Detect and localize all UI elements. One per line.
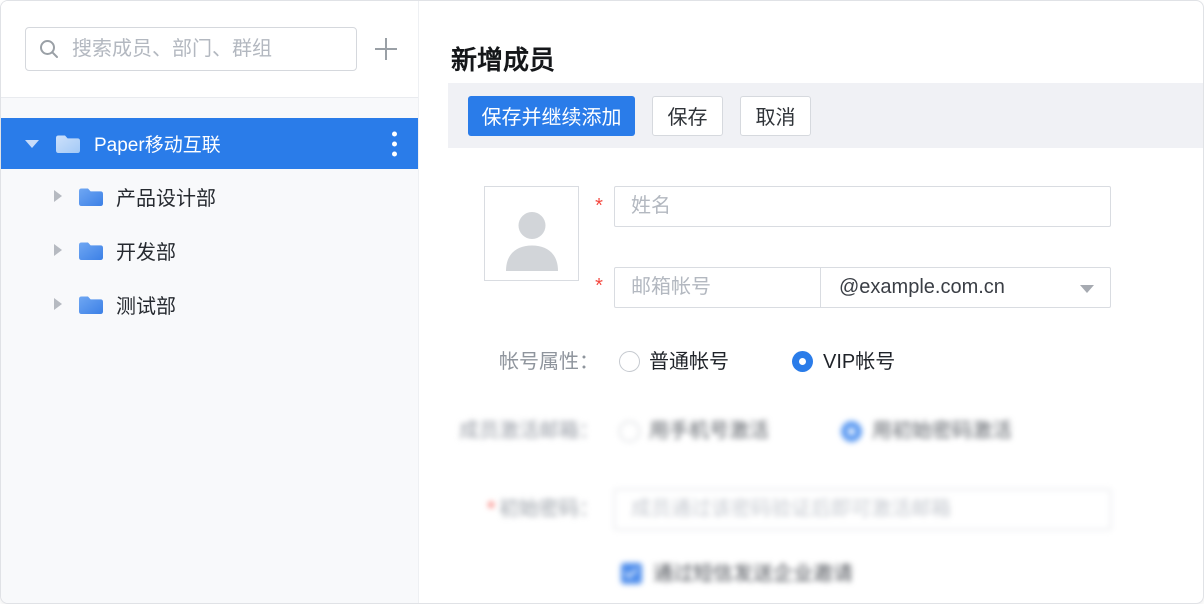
sms-invite-label[interactable]: 通过短信发送企业邀请	[653, 560, 853, 588]
sms-invite-checkbox[interactable]	[621, 563, 642, 584]
app-window: Paper移动互联 产品设计部 开发部	[0, 0, 1204, 604]
radio-activate-by-password-label[interactable]: 用初始密码激活	[872, 417, 1012, 445]
radio-activate-by-phone-label[interactable]: 用手机号激活	[649, 417, 769, 445]
initial-password-input[interactable]	[614, 489, 1111, 530]
initial-password-label: *初始密码：	[421, 489, 599, 530]
radio-activate-by-phone[interactable]	[619, 421, 640, 442]
required-marker-password: *	[487, 498, 495, 520]
activation-label: 成员激活邮箱：	[421, 417, 599, 445]
blurred-section: 成员激活邮箱： 用手机号激活 用初始密码激活 *初始密码： 通过短信发送企业邀请	[1, 1, 1203, 603]
radio-activate-by-password[interactable]	[841, 421, 862, 442]
